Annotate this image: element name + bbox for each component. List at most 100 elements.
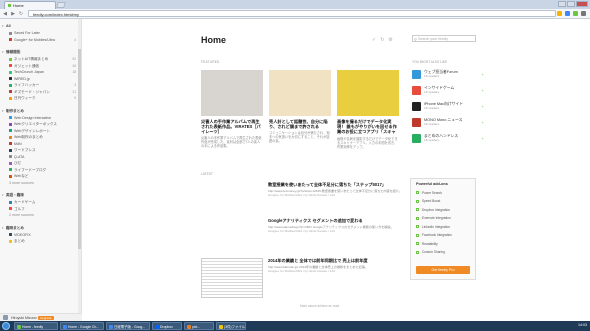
power-addon-item[interactable]: Speed Boost [416,199,474,206]
article-item[interactable]: Googleアナリティクス セグメントの追加で変わる http://www.aiq… [268,218,405,234]
sidebar-item[interactable]: ネット&IT情報まとめ 52 [0,56,79,62]
sidebar-scrollbar[interactable] [78,19,81,321]
browser-tab[interactable]: Home [4,1,56,9]
power-addon-item[interactable]: Custom Sharing [416,250,474,257]
mark-read-icon[interactable]: ✓ [372,37,376,43]
forward-arrow-icon[interactable]: ▶ [10,11,16,17]
sidebar-item[interactable]: Webなど [0,173,79,179]
recommend-item[interactable]: MONO Mono ニュース 1K readers + [412,117,484,129]
taskbar-button[interactable]: 日経電子版 - Goog... [106,322,150,330]
power-addon-item[interactable]: Dropbox Integration [416,207,474,214]
power-addon-item[interactable]: LinkedIn Integration [416,224,474,231]
extension-icon[interactable] [573,11,578,16]
featured-image[interactable] [201,70,263,116]
sidebar-item[interactable]: VIDEOFIX [0,232,79,238]
featured-card[interactable]: 売人計として話題性、自分に陥り、されど頭まで許される コミュニケーションは自分が満… [269,70,331,144]
sidebar-item[interactable]: ライフハッカー 3 [0,82,79,88]
article-title[interactable]: 2014年の業績と 全体では前年同期比で 売上は前年度 [268,258,405,263]
add-feed-icon[interactable]: + [482,72,484,77]
address-bar[interactable]: feedly.com/index.html#my [28,10,556,17]
article-item[interactable]: 2014年の業績と 全体では前年同期比で 売上は前年度 http://www.ka… [268,258,405,274]
reload-icon[interactable]: ↻ [18,11,24,17]
sidebar-item[interactable]: Web制作のまとめ [0,134,79,140]
more-sources-link[interactable]: 3 more sources [0,180,79,186]
sidebar-item[interactable]: カードゲーム [0,199,79,205]
settings-gear-icon[interactable]: ⚙ [388,37,392,43]
add-feed-icon[interactable]: + [482,88,484,93]
add-feed-icon[interactable]: + [482,120,484,125]
close-button[interactable] [576,1,588,7]
sidebar-item[interactable]: ライブードーブログ [0,167,79,173]
featured-title[interactable]: 売人計として話題性、自分に陥り、されど頭まで許される [269,119,331,129]
sidebar-item[interactable]: ギズモード・ジャパン 21 [0,89,79,95]
sidebar-item[interactable]: まとめ [0,238,79,244]
sidebar-item[interactable]: Saved For Later [0,30,79,36]
power-addon-item[interactable]: Power Search [416,190,474,197]
featured-image[interactable] [337,70,399,116]
sidebar-section-header[interactable]: ▾ AII [0,23,79,29]
sidebar-item[interactable]: 日刊ウィーク 9 [0,95,79,101]
chevron-down-icon[interactable]: ▾ [2,225,4,231]
sidebar-item[interactable]: Web Design Interactive [0,115,79,121]
taskbar-button[interactable]: Dropbox [152,322,182,330]
sidebar-item[interactable]: MdN [0,141,79,147]
minimize-button[interactable] [558,1,566,7]
sidebar-section-header[interactable]: ▾ 趣味まとめ [0,225,79,231]
sidebar-section-header[interactable]: ▾ 情報開拓 [0,49,79,55]
chevron-down-icon[interactable]: ▾ [2,108,4,114]
article-title[interactable]: 教室授業を使いあたって全体不足分に落ちた「ステップ5017」 [268,182,405,187]
user-bar[interactable]: Hiroyuki Mizuno Upgrade [0,313,82,321]
sidebar-item[interactable]: TechCrunch Japan 18 [0,69,79,75]
power-addon-item[interactable]: Evernote Integration [416,216,474,223]
chevron-down-icon[interactable]: ▾ [2,49,4,55]
sidebar-item[interactable]: Webデザインレポート [0,128,79,134]
sidebar-item[interactable]: WIRED.jp [0,76,79,82]
sidebar-item[interactable]: ゴルフ [0,206,79,212]
add-feed-icon[interactable]: + [482,136,484,141]
sidebar-item[interactable]: ワードプレス [0,147,79,153]
article-title[interactable]: Googleアナリティクス セグメントの追加で変わる [268,218,405,223]
power-addon-item[interactable]: Facebook Integration [416,233,474,240]
sidebar-item[interactable]: Webクリエイターボックス [0,121,79,127]
chevron-down-icon[interactable]: ▾ [2,192,4,198]
add-feed-icon[interactable]: + [482,104,484,109]
recommend-item[interactable]: まとめのハンドレス 1K readers + [412,133,484,145]
taskbar-button[interactable]: (3件)ファイル... [216,322,246,330]
maximize-button[interactable] [567,1,575,7]
recommend-item[interactable]: インサイドゲーム 1K readers + [412,85,484,97]
start-button[interactable] [2,322,10,330]
taskbar-button[interactable]: pict... [184,322,214,330]
power-addon-item[interactable]: Readability [416,241,474,248]
search-input[interactable]: ⚲ Search your feedly [412,35,476,42]
recommend-item[interactable]: iPhone Mac向けサイト 1K readers + [412,101,484,113]
mark-read-link[interactable]: Mark above articles as read [300,304,339,308]
featured-card[interactable]: 画像を撮るだけでデータ化実現！ 誰もがやりがいを回せる作業のお役に立つアプリ「ス… [337,70,399,149]
article-item[interactable]: 教室授業を使いあたって全体不足分に落ちた「ステップ5017」 http://www… [268,182,405,198]
featured-card[interactable]: 災害人の手作業アルバムで再生された表紙作品。VIRATES［パイレーツ］ 災害人の… [201,70,263,149]
extension-icon[interactable] [565,11,570,16]
sidebar-item[interactable]: ガジェット通信 34 [0,63,79,69]
menu-icon[interactable] [581,11,586,16]
refresh-icon[interactable]: ↻ [380,37,384,43]
sidebar-item[interactable]: ひだ [0,160,79,166]
chevron-down-icon[interactable]: ▾ [2,23,4,29]
featured-title[interactable]: 画像を撮るだけでデータ化実現！ 誰もがやりがいを回せる作業のお役に立つアプリ「ス… [337,119,399,135]
featured-title[interactable]: 災害人の手作業アルバムで再生された表紙作品。VIRATES［パイレーツ］ [201,119,263,134]
sidebar-item[interactable]: Google+ for Mobiles/Ultra 4 [0,37,79,43]
sidebar-section-header[interactable]: ▾ 英語・趣味 [0,192,79,198]
recommend-item[interactable]: ウェブ担当者Forum 1K readers + [412,69,484,81]
article-thumbnail[interactable] [201,258,263,298]
sidebar-item[interactable]: Q-ATA [0,154,79,160]
new-tab-button[interactable] [56,2,66,8]
get-pro-button[interactable]: Get feedly Pro [416,266,470,274]
avatar[interactable] [3,315,8,320]
taskbar-button[interactable]: Home - Google Ch... [60,322,104,330]
more-sources-link[interactable]: 2 more sources [0,212,79,218]
upgrade-button[interactable]: Upgrade [38,315,54,320]
scrollbar-thumb[interactable] [78,49,81,249]
sidebar-section-header[interactable]: ▾ 制作まとめ [0,108,79,114]
taskbar-button[interactable]: Home - feedly [14,322,58,330]
featured-image[interactable] [269,70,331,116]
star-icon[interactable] [557,11,562,16]
back-arrow-icon[interactable]: ◀ [2,11,8,17]
